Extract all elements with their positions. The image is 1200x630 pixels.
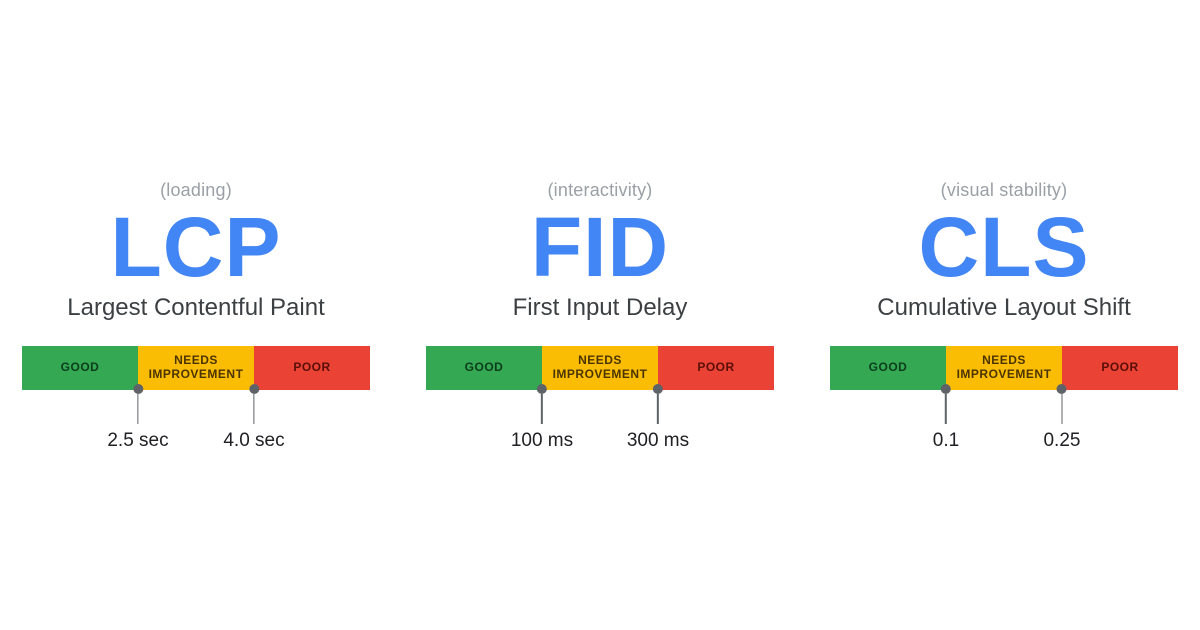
metric-lcp: (loading) LCP Largest Contentful Paint G… bbox=[22, 180, 370, 449]
metric-fid: (interactivity) FID First Input Delay GO… bbox=[426, 180, 774, 449]
threshold-label: 2.5 sec bbox=[107, 430, 168, 452]
tick-dot-icon bbox=[653, 384, 663, 394]
threshold-ticks: 100 ms 300 ms bbox=[426, 390, 774, 450]
threshold-tick: 2.5 sec bbox=[107, 384, 168, 452]
threshold-bar: GOOD NEEDS IMPROVEMENT POOR bbox=[830, 346, 1178, 390]
metrics-row: (loading) LCP Largest Contentful Paint G… bbox=[0, 180, 1200, 449]
threshold-tick: 0.25 bbox=[1043, 384, 1080, 452]
tick-dot-icon bbox=[249, 384, 259, 394]
segment-good: GOOD bbox=[830, 346, 946, 390]
metric-cls: (visual stability) CLS Cumulative Layout… bbox=[830, 180, 1178, 449]
threshold-tick: 300 ms bbox=[627, 384, 689, 452]
metric-category: (visual stability) bbox=[941, 180, 1068, 201]
tick-dot-icon bbox=[941, 384, 951, 394]
threshold-label: 100 ms bbox=[511, 430, 573, 452]
tick-dot-icon bbox=[133, 384, 143, 394]
threshold-label: 0.1 bbox=[933, 430, 959, 452]
metric-category: (interactivity) bbox=[547, 180, 652, 201]
threshold-tick: 0.1 bbox=[933, 384, 959, 452]
tick-stem-icon bbox=[541, 394, 543, 424]
tick-stem-icon bbox=[137, 394, 139, 424]
tick-stem-icon bbox=[1061, 394, 1063, 424]
metric-abbr: LCP bbox=[111, 203, 282, 291]
threshold-bar: GOOD NEEDS IMPROVEMENT POOR bbox=[426, 346, 774, 390]
tick-stem-icon bbox=[657, 394, 659, 424]
metric-fullname: Cumulative Layout Shift bbox=[877, 294, 1130, 322]
threshold-tick: 100 ms bbox=[511, 384, 573, 452]
tick-stem-icon bbox=[945, 394, 947, 424]
metric-fullname: First Input Delay bbox=[513, 294, 688, 322]
threshold-bar: GOOD NEEDS IMPROVEMENT POOR bbox=[22, 346, 370, 390]
threshold-label: 300 ms bbox=[627, 430, 689, 452]
metric-abbr: CLS bbox=[919, 203, 1090, 291]
threshold-ticks: 2.5 sec 4.0 sec bbox=[22, 390, 370, 450]
metric-fullname: Largest Contentful Paint bbox=[67, 294, 325, 322]
tick-stem-icon bbox=[253, 394, 255, 424]
metric-category: (loading) bbox=[160, 180, 232, 201]
threshold-label: 4.0 sec bbox=[223, 430, 284, 452]
threshold-ticks: 0.1 0.25 bbox=[830, 390, 1178, 450]
metric-abbr: FID bbox=[531, 203, 669, 291]
tick-dot-icon bbox=[1057, 384, 1067, 394]
threshold-label: 0.25 bbox=[1043, 430, 1080, 452]
threshold-tick: 4.0 sec bbox=[223, 384, 284, 452]
tick-dot-icon bbox=[537, 384, 547, 394]
